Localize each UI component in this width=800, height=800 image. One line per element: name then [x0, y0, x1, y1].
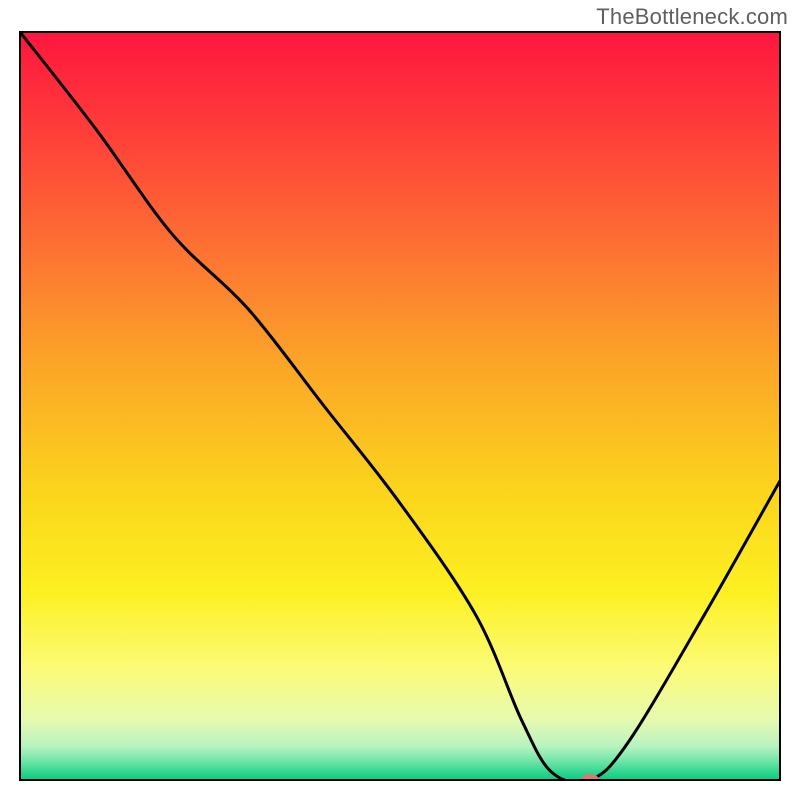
bottleneck-chart: TheBottleneck.com: [0, 0, 800, 800]
watermark-label: TheBottleneck.com: [596, 4, 788, 30]
chart-svg: [0, 0, 800, 800]
background-gradient: [20, 32, 780, 780]
